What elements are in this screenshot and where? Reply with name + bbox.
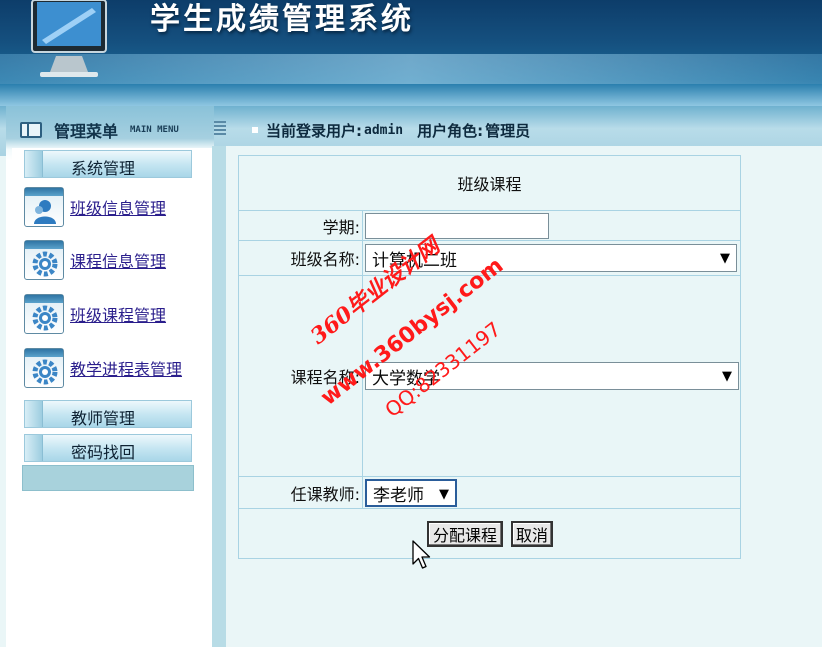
teacher-label: 任课教师: bbox=[239, 477, 363, 508]
course-select-value: 大学数学 bbox=[372, 368, 440, 389]
menu-link-class-course[interactable]: 班级课程管理 bbox=[70, 302, 166, 326]
menu-footer bbox=[22, 465, 194, 491]
section-label: 系统管理 bbox=[71, 159, 136, 178]
gear-icon bbox=[24, 348, 64, 388]
dropdown-arrow-icon: ▼ bbox=[722, 369, 732, 384]
section-teacher-management[interactable]: 教师管理 bbox=[24, 400, 192, 428]
bullet-icon bbox=[252, 127, 258, 133]
menu-link-course-info[interactable]: 课程信息管理 bbox=[70, 248, 166, 272]
assign-course-button[interactable]: 分配课程 bbox=[427, 521, 503, 547]
header-shine bbox=[0, 54, 822, 84]
splitter[interactable] bbox=[212, 146, 226, 647]
header-stripe bbox=[0, 84, 822, 106]
menu-item-class-info[interactable]: 班级信息管理 bbox=[24, 187, 166, 227]
dropdown-arrow-icon: ▼ bbox=[439, 487, 449, 502]
mouse-cursor-icon bbox=[412, 540, 431, 569]
header-banner: 学生成绩管理系统 bbox=[0, 0, 822, 106]
gear-icon bbox=[24, 294, 64, 334]
class-label: 班级名称: bbox=[239, 241, 363, 275]
current-user-label: 当前登录用户: bbox=[266, 121, 362, 140]
user-info: 当前登录用户: admin 用户角色: 管理员 bbox=[252, 118, 530, 142]
class-select[interactable]: 计算机二班 ▼ bbox=[365, 244, 737, 272]
menu-link-class-info[interactable]: 班级信息管理 bbox=[70, 195, 166, 219]
class-select-value: 计算机二班 bbox=[372, 250, 457, 271]
section-label: 教师管理 bbox=[71, 409, 136, 428]
teacher-row: 任课教师: 李老师 ▼ bbox=[239, 477, 740, 509]
page: 学生成绩管理系统 管理菜单 MAIN MENU 当前登录用户: admin 用户… bbox=[0, 0, 822, 647]
section-label: 密码找回 bbox=[71, 443, 136, 462]
menu-item-course-info[interactable]: 课程信息管理 bbox=[24, 240, 166, 280]
user-role-label: 用户角色: bbox=[417, 121, 484, 140]
semester-input[interactable] bbox=[365, 213, 549, 239]
form-title: 班级课程 bbox=[239, 156, 740, 211]
monitor-icon bbox=[31, 0, 107, 77]
course-select[interactable]: 大学数学 ▼ bbox=[365, 362, 739, 390]
semester-label: 学期: bbox=[239, 211, 363, 240]
app-title: 学生成绩管理系统 bbox=[150, 2, 414, 37]
section-tab bbox=[25, 151, 43, 177]
teacher-select-value: 李老师 bbox=[373, 485, 424, 506]
class-row: 班级名称: 计算机二班 ▼ bbox=[239, 241, 740, 276]
class-course-form: 班级课程 学期: 班级名称: 计算机二班 ▼ 课程名称: 大学数学 ▼ 任课教师… bbox=[238, 155, 741, 559]
cancel-button[interactable]: 取消 bbox=[511, 521, 553, 547]
dropdown-arrow-icon: ▼ bbox=[720, 251, 730, 266]
window-icon bbox=[20, 122, 42, 138]
teacher-select[interactable]: 李老师 ▼ bbox=[365, 479, 457, 507]
menu-title: 管理菜单 bbox=[54, 122, 119, 141]
course-row: 课程名称: 大学数学 ▼ bbox=[239, 276, 740, 477]
section-system-management[interactable]: 系统管理 bbox=[24, 150, 192, 178]
semester-row: 学期: bbox=[239, 211, 740, 241]
current-user-value: admin bbox=[364, 122, 404, 138]
course-label: 课程名称: bbox=[239, 276, 363, 476]
gear-icon bbox=[24, 240, 64, 280]
users-icon bbox=[24, 187, 64, 227]
collapse-handle-icon[interactable] bbox=[214, 121, 226, 135]
section-tab bbox=[25, 401, 43, 427]
section-password-recovery[interactable]: 密码找回 bbox=[24, 434, 192, 462]
user-role-value: 管理员 bbox=[485, 121, 531, 140]
menu-subtitle: MAIN MENU bbox=[130, 125, 179, 135]
menu-item-class-course[interactable]: 班级课程管理 bbox=[24, 294, 166, 334]
section-tab bbox=[25, 435, 43, 461]
menu-link-teaching-schedule[interactable]: 教学进程表管理 bbox=[70, 356, 182, 380]
menu-header: 管理菜单 MAIN MENU bbox=[20, 118, 179, 142]
menu-item-teaching-schedule[interactable]: 教学进程表管理 bbox=[24, 348, 182, 388]
